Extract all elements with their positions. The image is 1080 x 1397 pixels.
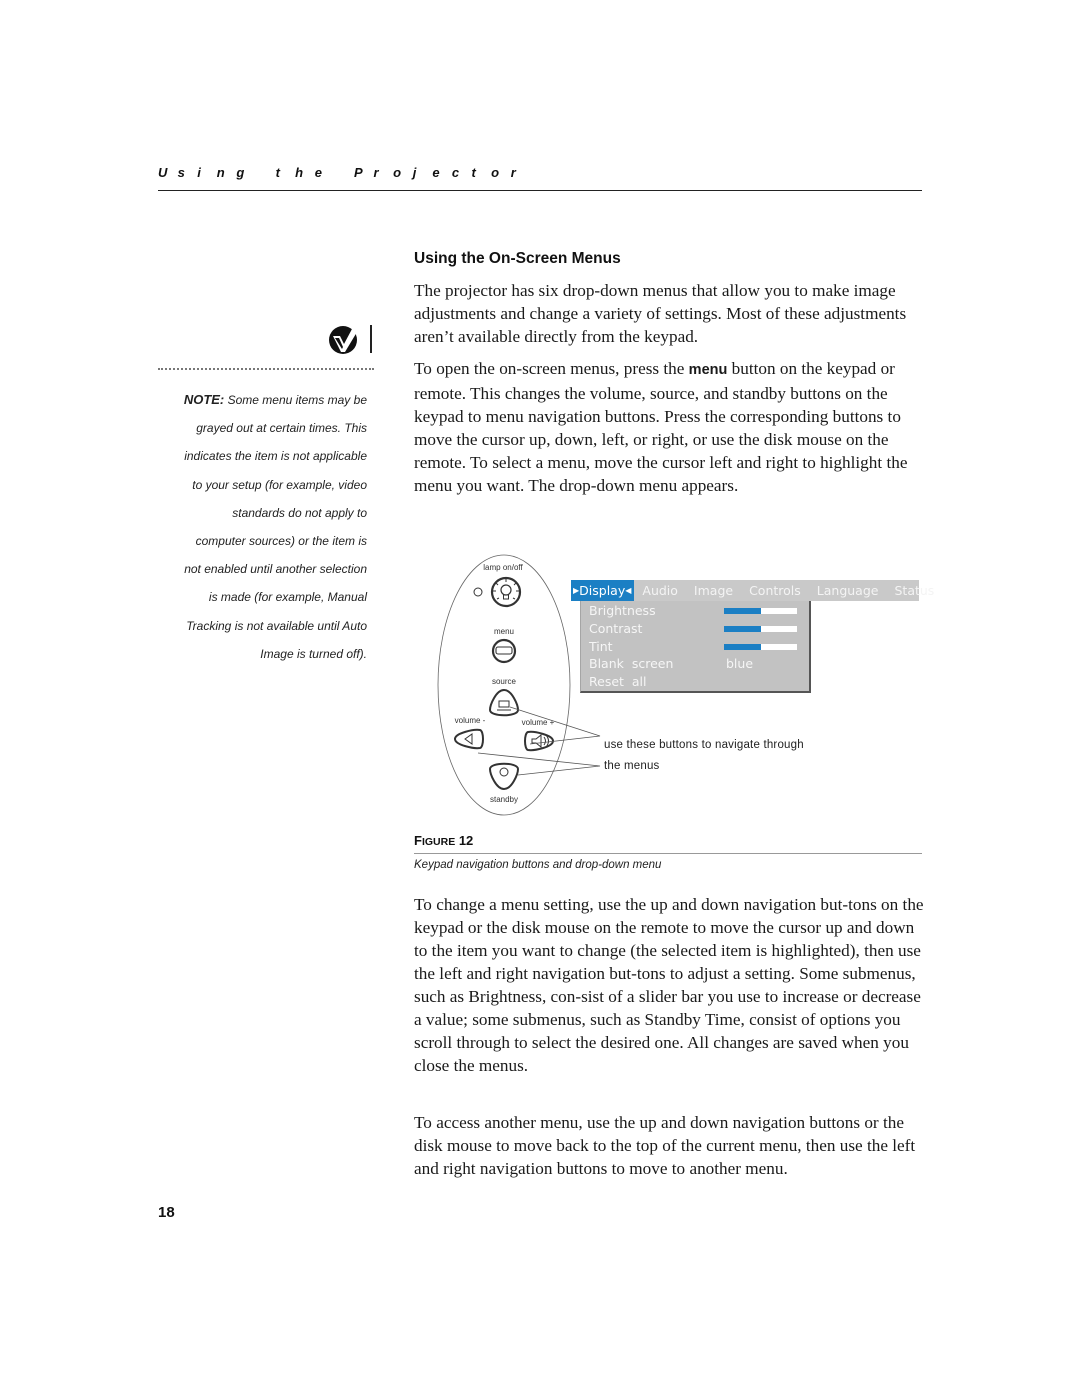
note-label: NOTE: [183,392,225,407]
running-header-char: e [432,165,440,180]
osd-slider-fill [724,608,761,614]
running-header-char: j [412,165,417,180]
running-header-char: c [451,165,460,180]
osd-tab-audio[interactable]: Audio [634,580,686,601]
osd-menu-bar: ▶Display◀ Audio Image Controls Language Statu… [571,580,934,601]
running-header-char: o [491,165,500,180]
callout-text: use these buttons to navigate through th… [604,735,804,777]
callout-line: use these buttons to navigate through [604,739,804,751]
running-header-char: n [216,165,225,180]
osd-tab-display[interactable]: ▶Display◀ [571,580,635,601]
callout-leader-lines [477,706,601,776]
osd-item-reset-all[interactable]: Reset all [589,673,804,691]
paragraph-open-menus: To open the on-screen menus, press the m… [414,357,926,497]
osd-tab-language[interactable]: Language [809,580,887,601]
callout-line: the menus [604,760,660,772]
section-title: Using the On-Screen Menus [414,250,621,267]
note-line: computer sources) or the item is [195,534,367,549]
osd-slider[interactable] [724,643,797,650]
running-header-char: U [158,165,168,180]
osd-menu: ▶Display◀ Audio Image Controls Language Statu… [571,580,934,693]
lamp-indicator-icon [473,587,483,597]
figure-label-smallcaps: IGURE [421,836,456,848]
running-header-char: s [177,165,185,180]
osd-tab-image[interactable]: Image [686,580,741,601]
note-line: Image is turned off). [260,646,367,661]
osd-item-value: blue [726,656,754,672]
note-line: grayed out at certain times. This [196,421,367,436]
osd-tab-controls[interactable]: Controls [741,580,809,601]
running-header: Using the Projector [158,165,922,180]
running-header-char: r [510,165,516,180]
osd-slider[interactable] [724,608,797,614]
osd-item-label: Contrast [589,620,643,636]
lamp-button-icon [490,576,522,608]
running-header-char: t [471,165,476,180]
osd-slider[interactable] [724,625,797,632]
note-checkmark-icon [329,325,372,354]
side-note: NOTE: Some menu items may be grayed out … [152,386,367,668]
osd-item-label: Blank screen [589,656,674,672]
standby-label: standby [490,795,518,804]
figure-number: 12 [455,833,474,848]
osd-item-tint[interactable]: Tint [589,638,804,656]
dotted-divider [158,368,374,370]
caret-left-icon: ◀ [625,586,632,595]
osd-slider-fill [724,625,761,632]
running-header-char: o [393,165,402,180]
menu-button-icon [491,638,517,664]
osd-tab-status[interactable]: Status [886,580,942,601]
osd-slider-fill [724,643,761,650]
osd-item-label: Brightness [589,603,656,618]
lamp-label: lamp on/off [483,563,523,572]
note-line: to your setup (for example, video [192,477,367,492]
running-header-char [256,165,276,180]
header-rule [158,190,922,191]
figure-label: FIGURE 12 [414,833,473,848]
note-line: is made (for example, Manual [208,590,367,605]
osd-item-brightness[interactable]: Brightness [589,602,804,620]
osd-item-label: Tint [589,638,613,654]
running-header-char: r [373,165,379,180]
running-header-char: t [275,165,280,180]
menu-keyword: menu [688,362,728,378]
osd-dropdown-panel: Brightness Contrast Tint Blank screen blue Re… [580,601,811,693]
running-header-char: e [314,165,322,180]
note-line: not enabled until another selection [184,562,367,577]
note-line: standards do not apply to [232,505,367,520]
running-header-char [334,165,354,180]
menu-label: menu [494,627,514,636]
paragraph-change-setting: To change a menu setting, use the up and… [414,895,924,1075]
osd-item-blank-screen[interactable]: Blank screen blue [589,655,804,673]
paragraph-access-menu: To access another menu, use the up and d… [414,1113,916,1178]
running-header-char: h [295,165,304,180]
osd-item-label: Reset all [589,674,647,690]
figure-caption: Keypad navigation buttons and drop-down … [414,859,662,871]
paragraph-text: To open the on-screen menus, press the [414,359,689,378]
running-header-char: P [353,165,363,180]
running-header-char: i [197,165,201,180]
note-line: Some menu items may be [224,393,367,407]
note-line: Tracking is not available until Auto [186,618,367,633]
note-line: indicates the item is not applicable [184,449,367,464]
running-header-char: g [236,165,245,180]
figure-rule [414,853,922,854]
page-number: 18 [158,1204,175,1221]
osd-tab-label: Display [579,583,626,598]
paragraph-intro: The projector has six drop-down menus th… [414,281,907,346]
osd-item-contrast[interactable]: Contrast [589,620,804,638]
figure-label-initial: F [414,833,422,848]
paragraph-text: button on the keypad or remote. This cha… [414,359,908,495]
